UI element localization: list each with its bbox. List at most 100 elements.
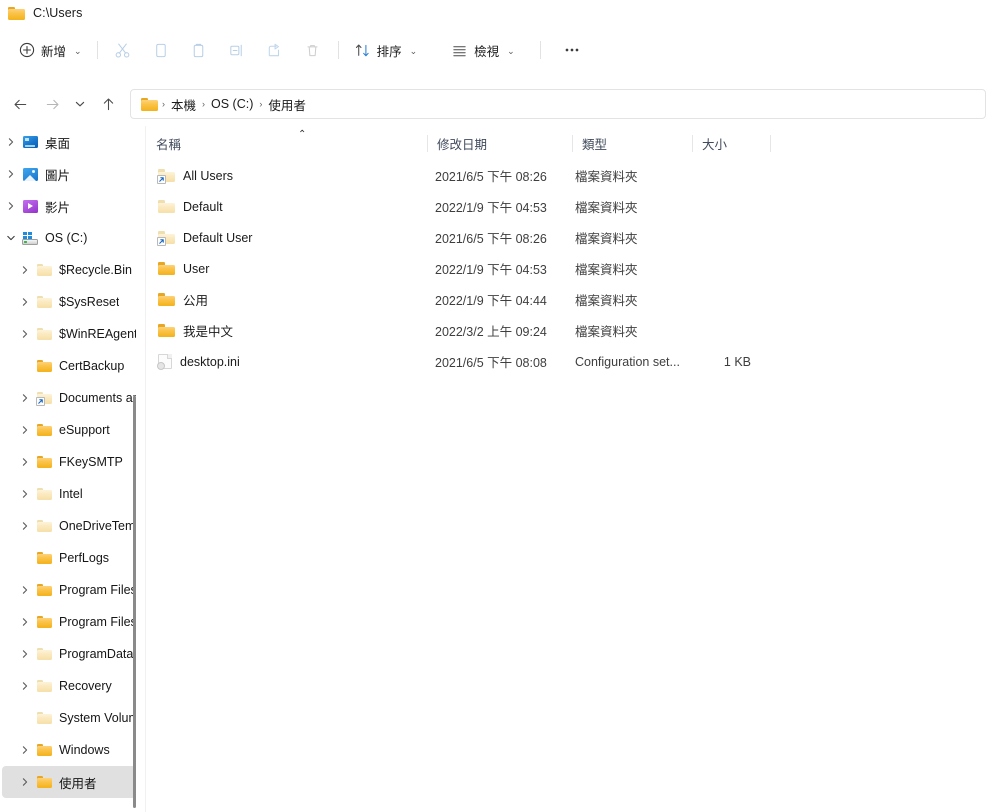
- column-header-date[interactable]: 修改日期: [427, 126, 487, 160]
- expander-toggle[interactable]: [16, 745, 34, 755]
- sidebar-scrollbar-thumb[interactable]: [133, 396, 136, 808]
- table-row[interactable]: Default 2022/1/9 下午 04:53 檔案資料夾: [146, 191, 998, 222]
- expander-toggle[interactable]: [16, 777, 34, 787]
- expander-toggle[interactable]: [2, 233, 20, 243]
- share-icon: [266, 42, 283, 59]
- new-button[interactable]: 新增 ⌄: [10, 34, 91, 66]
- table-row[interactable]: 公用 2022/1/9 下午 04:44 檔案資料夾: [146, 284, 998, 315]
- rename-button[interactable]: [218, 34, 256, 66]
- toolbar-separator-1: [96, 41, 98, 59]
- expander-toggle[interactable]: [16, 649, 34, 659]
- file-list-pane[interactable]: 名稱 ⌃ 修改日期 類型 大小 All Users 2021/6/5 下午 08:…: [146, 126, 998, 812]
- sidebar-item-onedrivetemp[interactable]: OneDriveTemp: [2, 510, 136, 542]
- sidebar-item-icon: [34, 264, 54, 276]
- sidebar-item-perflogs[interactable]: PerfLogs: [2, 542, 136, 574]
- file-type-cell: 檔案資料夾: [575, 325, 638, 339]
- sidebar-scrollbar[interactable]: [131, 126, 138, 812]
- file-name-label: User: [183, 261, 210, 276]
- sidebar-item-icon: [34, 520, 54, 532]
- sidebar-item-recovery[interactable]: Recovery: [2, 670, 136, 702]
- sidebar-item-icon: [20, 199, 40, 213]
- file-name-cell[interactable]: 我是中文: [158, 321, 233, 340]
- paste-button[interactable]: [180, 34, 218, 66]
- arrow-up-icon: [103, 97, 113, 110]
- navigation-pane[interactable]: 桌面 圖片 影片 OS (C:) $Recycle.Bin $SysReset $WinRE…: [0, 126, 138, 812]
- folder-pale-icon: [157, 231, 175, 246]
- expander-toggle[interactable]: [16, 585, 34, 595]
- address-bar[interactable]: › 本機 › OS (C:) › 使用者: [130, 89, 986, 119]
- sidebar-item--recycle-bin[interactable]: $Recycle.Bin: [2, 254, 136, 286]
- recent-locations-button[interactable]: [68, 89, 92, 119]
- view-button[interactable]: 檢視 ⌄: [442, 34, 524, 66]
- expander-toggle[interactable]: [16, 681, 34, 691]
- title-bar: C:\Users: [0, 0, 998, 26]
- file-name-cell[interactable]: Default: [158, 200, 223, 214]
- sidebar-item-program-files[interactable]: Program Files: [2, 606, 136, 638]
- sidebar-item-certbackup[interactable]: CertBackup: [2, 350, 136, 382]
- column-header-row: 名稱 ⌃ 修改日期 類型 大小: [146, 126, 998, 160]
- sidebar-item-programdata[interactable]: ProgramData: [2, 638, 136, 670]
- sidebar-item--winreagent[interactable]: $WinREAgent: [2, 318, 136, 350]
- expander-toggle[interactable]: [16, 265, 34, 275]
- forward-button[interactable]: [36, 89, 68, 119]
- sidebar-item-使用者[interactable]: 使用者: [2, 766, 136, 798]
- sidebar-item-esupport[interactable]: eSupport: [2, 414, 136, 446]
- desktop-icon: [22, 136, 38, 148]
- table-row[interactable]: Default User 2021/6/5 下午 08:26 檔案資料夾: [146, 222, 998, 253]
- more-options-button[interactable]: [553, 34, 591, 66]
- sort-button[interactable]: 排序 ⌄: [345, 34, 427, 66]
- breadcrumb-item-2[interactable]: 使用者: [263, 95, 311, 114]
- column-divider[interactable]: [770, 135, 771, 152]
- column-header-size[interactable]: 大小: [692, 126, 727, 160]
- file-name-cell[interactable]: desktop.ini: [157, 354, 240, 370]
- column-header-name[interactable]: 名稱: [146, 126, 181, 160]
- sidebar-item--sysreset[interactable]: $SysReset: [2, 286, 136, 318]
- cut-button[interactable]: [104, 34, 142, 66]
- table-row[interactable]: desktop.ini 2021/6/5 下午 08:08 Configuratio…: [146, 346, 998, 377]
- sidebar-item-windows[interactable]: Windows: [2, 734, 136, 766]
- expander-toggle[interactable]: [16, 489, 34, 499]
- file-name-cell[interactable]: User: [158, 262, 209, 276]
- sidebar-item-program-files[interactable]: Program Files: [2, 574, 136, 606]
- expander-toggle[interactable]: [16, 425, 34, 435]
- expander-toggle[interactable]: [16, 329, 34, 339]
- breadcrumb-item-1[interactable]: OS (C:): [206, 97, 258, 111]
- folder-icon: [141, 97, 158, 111]
- sidebar-item-影片[interactable]: 影片: [2, 190, 136, 222]
- share-button[interactable]: [256, 34, 294, 66]
- table-row[interactable]: User 2022/1/9 下午 04:53 檔案資料夾: [146, 253, 998, 284]
- expander-toggle[interactable]: [16, 297, 34, 307]
- file-name-cell[interactable]: All Users: [157, 169, 233, 184]
- expander-toggle[interactable]: [16, 521, 34, 531]
- sidebar-item-system-volume[interactable]: System Volume: [2, 702, 136, 734]
- sidebar-item-documents-and[interactable]: Documents and: [2, 382, 136, 414]
- up-button[interactable]: [92, 89, 124, 119]
- table-row[interactable]: All Users 2021/6/5 下午 08:26 檔案資料夾: [146, 160, 998, 191]
- expander-toggle[interactable]: [2, 201, 20, 211]
- sidebar-item-intel[interactable]: Intel: [2, 478, 136, 510]
- expander-toggle[interactable]: [16, 457, 34, 467]
- sidebar-item-label: System Volume: [59, 711, 136, 725]
- table-row[interactable]: 我是中文 2022/3/2 上午 09:24 檔案資料夾: [146, 315, 998, 346]
- file-date-cell: 2022/1/9 下午 04:44: [435, 294, 547, 308]
- expander-toggle[interactable]: [2, 169, 20, 179]
- file-name-cell[interactable]: Default User: [157, 231, 252, 246]
- chevron-down-icon: [75, 101, 85, 107]
- breadcrumb-item-0[interactable]: 本機: [166, 95, 201, 114]
- sidebar-item-label: 使用者: [59, 776, 97, 791]
- sidebar-item-icon: [34, 648, 54, 660]
- sidebar-item-圖片[interactable]: 圖片: [2, 158, 136, 190]
- file-name-cell[interactable]: 公用: [158, 290, 208, 309]
- column-header-type[interactable]: 類型: [572, 126, 607, 160]
- expander-toggle[interactable]: [16, 617, 34, 627]
- folder-icon: [36, 424, 52, 436]
- expander-toggle[interactable]: [2, 137, 20, 147]
- copy-button[interactable]: [142, 34, 180, 66]
- delete-button[interactable]: [294, 34, 332, 66]
- sidebar-item-桌面[interactable]: 桌面: [2, 126, 136, 158]
- expander-toggle[interactable]: [16, 393, 34, 403]
- back-button[interactable]: [4, 89, 36, 119]
- sidebar-item-fkeysmtp[interactable]: FKeySMTP: [2, 446, 136, 478]
- file-name-label: 我是中文: [183, 325, 234, 339]
- sidebar-item-os-c-[interactable]: OS (C:): [2, 222, 136, 254]
